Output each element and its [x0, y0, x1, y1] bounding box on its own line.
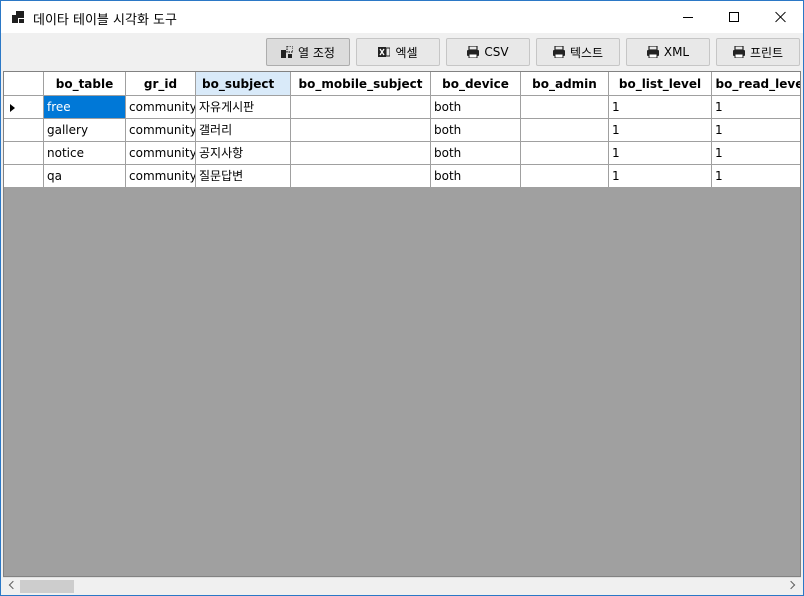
close-button[interactable] — [757, 1, 803, 33]
csv-export-button[interactable]: CSV — [446, 38, 530, 66]
table-row[interactable]: qa community 질문답변 both 1 1 — [4, 165, 800, 188]
app-icon — [12, 11, 24, 23]
column-header-bo-table[interactable]: bo_table — [44, 72, 126, 96]
table-cell-bo-mobile-subject[interactable] — [291, 142, 431, 165]
minimize-button[interactable] — [665, 1, 711, 33]
table-cell-bo-subject[interactable]: 공지사항 — [196, 142, 291, 165]
table-row[interactable]: gallery community 갤러리 both 1 1 — [4, 119, 800, 142]
table-cell-bo-admin[interactable] — [521, 96, 609, 119]
column-header-bo-mobile-subject[interactable]: bo_mobile_subject — [291, 72, 431, 96]
excel-label: 엑셀 — [395, 45, 418, 60]
row-header[interactable] — [4, 96, 44, 119]
title-bar[interactable]: 데이타 테이블 시각화 도구 — [1, 1, 803, 33]
table-cell-gr-id[interactable]: community — [126, 165, 196, 188]
toolbar: 열 조정 엑셀 CSV 텍스트 XML 프린트 — [1, 33, 803, 71]
table-cell-bo-table[interactable]: notice — [44, 142, 126, 165]
row-header[interactable] — [4, 142, 44, 165]
table-cell-bo-read-level[interactable]: 1 — [712, 119, 800, 142]
table-cell-bo-list-level[interactable]: 1 — [609, 96, 712, 119]
column-adjust-label: 열 조정 — [298, 45, 335, 60]
xml-export-button[interactable]: XML — [626, 38, 710, 66]
column-header-bo-admin[interactable]: bo_admin — [521, 72, 609, 96]
table-cell-bo-table[interactable]: free — [44, 96, 126, 119]
table-cell-bo-subject[interactable]: 자유게시판 — [196, 96, 291, 119]
table-cell-bo-list-level[interactable]: 1 — [609, 142, 712, 165]
maximize-button[interactable] — [711, 1, 757, 33]
column-header-bo-device[interactable]: bo_device — [431, 72, 521, 96]
print-label: 프린트 — [749, 45, 784, 60]
print-button[interactable]: 프린트 — [716, 38, 800, 66]
horizontal-scrollbar[interactable] — [3, 577, 801, 594]
row-header[interactable] — [4, 119, 44, 142]
column-header-gr-id[interactable]: gr_id — [126, 72, 196, 96]
scroll-left-button[interactable] — [3, 578, 20, 595]
table-row[interactable]: notice community 공지사항 both 1 1 — [4, 142, 800, 165]
text-icon — [552, 46, 565, 58]
app-window: 데이타 테이블 시각화 도구 열 조정 엑셀 CSV 텍스트 XML 프린트 b… — [0, 0, 804, 596]
table-cell-gr-id[interactable]: community — [126, 119, 196, 142]
close-icon — [780, 10, 781, 24]
excel-export-button[interactable]: 엑셀 — [356, 38, 440, 66]
row-header[interactable] — [4, 165, 44, 188]
table-cell-bo-subject[interactable]: 갤러리 — [196, 119, 291, 142]
xml-label: XML — [663, 45, 690, 59]
table-cell-bo-table[interactable]: gallery — [44, 119, 126, 142]
xml-icon — [646, 46, 659, 58]
table-cell-bo-admin[interactable] — [521, 142, 609, 165]
printer-icon — [732, 46, 745, 58]
text-export-button[interactable]: 텍스트 — [536, 38, 620, 66]
table-row[interactable]: free community 자유게시판 both 1 1 — [4, 96, 800, 119]
table-cell-bo-table[interactable]: qa — [44, 165, 126, 188]
table-cell-bo-device[interactable]: both — [431, 142, 521, 165]
table-cell-bo-device[interactable]: both — [431, 165, 521, 188]
csv-label: CSV — [484, 45, 509, 59]
table-cell-bo-mobile-subject[interactable] — [291, 96, 431, 119]
excel-icon — [378, 47, 391, 57]
table-cell-gr-id[interactable]: community — [126, 142, 196, 165]
chevron-right-icon — [786, 580, 796, 590]
scroll-thumb[interactable] — [20, 580, 74, 593]
scroll-right-button[interactable] — [784, 578, 801, 595]
table-cell-bo-device[interactable]: both — [431, 119, 521, 142]
table-cell-bo-list-level[interactable]: 1 — [609, 165, 712, 188]
chevron-left-icon — [8, 580, 18, 590]
table-cell-bo-mobile-subject[interactable] — [291, 165, 431, 188]
data-grid[interactable]: bo_table gr_id bo_subject bo_mobile_subject… — [3, 71, 801, 577]
column-adjust-icon — [281, 46, 294, 58]
text-label: 텍스트 — [569, 45, 604, 60]
table-cell-bo-list-level[interactable]: 1 — [609, 119, 712, 142]
header-row: bo_table gr_id bo_subject bo_mobile_subject… — [4, 72, 800, 96]
minimize-icon — [683, 17, 693, 18]
table-cell-bo-admin[interactable] — [521, 119, 609, 142]
table-cell-bo-read-level[interactable]: 1 — [712, 142, 800, 165]
table-cell-bo-admin[interactable] — [521, 165, 609, 188]
table-cell-gr-id[interactable]: community — [126, 96, 196, 119]
column-header-bo-subject[interactable]: bo_subject — [196, 72, 291, 96]
column-adjust-button[interactable]: 열 조정 — [266, 38, 350, 66]
table-cell-bo-mobile-subject[interactable] — [291, 119, 431, 142]
csv-icon — [467, 46, 480, 58]
corner-header[interactable] — [4, 72, 44, 96]
table-cell-bo-read-level[interactable]: 1 — [712, 96, 800, 119]
current-row-arrow-icon — [10, 104, 15, 112]
table-cell-bo-device[interactable]: both — [431, 96, 521, 119]
table-cell-bo-read-level[interactable]: 1 — [712, 165, 800, 188]
maximize-icon — [729, 12, 739, 22]
column-header-bo-read-level[interactable]: bo_read_level — [712, 72, 800, 96]
window-title: 데이타 테이블 시각화 도구 — [33, 13, 177, 28]
table-cell-bo-subject[interactable]: 질문답변 — [196, 165, 291, 188]
column-header-bo-list-level[interactable]: bo_list_level — [609, 72, 712, 96]
